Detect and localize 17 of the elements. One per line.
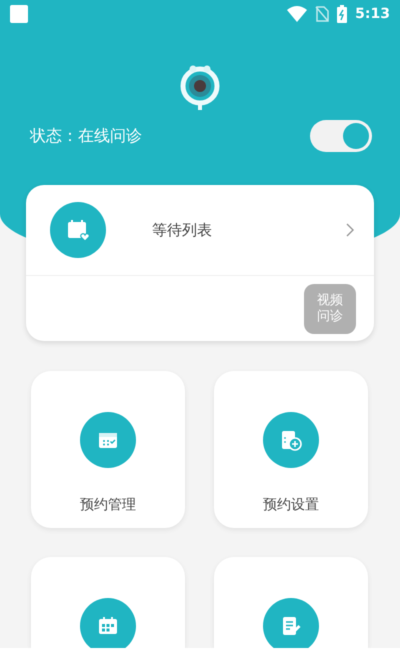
chevron-right-icon bbox=[346, 223, 354, 237]
calendar-heart-icon bbox=[65, 217, 91, 243]
clock-time: 5:13 bbox=[355, 6, 390, 22]
no-sim-icon bbox=[315, 6, 330, 22]
menu-tile[interactable]: 预约设置 bbox=[214, 371, 368, 528]
menu-label: 预约管理 bbox=[80, 496, 136, 514]
menu-label: 预约设置 bbox=[263, 496, 319, 514]
online-toggle[interactable] bbox=[310, 120, 372, 152]
wifi-icon bbox=[287, 6, 308, 22]
menu-tile[interactable] bbox=[214, 557, 368, 648]
notification-icon bbox=[10, 5, 28, 23]
stethoscope-logo-icon bbox=[179, 64, 221, 112]
status-label: 状态：在线问诊 bbox=[30, 126, 142, 146]
waiting-list-label[interactable]: 等待列表 bbox=[152, 220, 346, 240]
menu-tile[interactable] bbox=[31, 557, 185, 648]
menu-tile[interactable]: 预约管理 bbox=[31, 371, 185, 528]
battery-icon bbox=[337, 5, 348, 23]
